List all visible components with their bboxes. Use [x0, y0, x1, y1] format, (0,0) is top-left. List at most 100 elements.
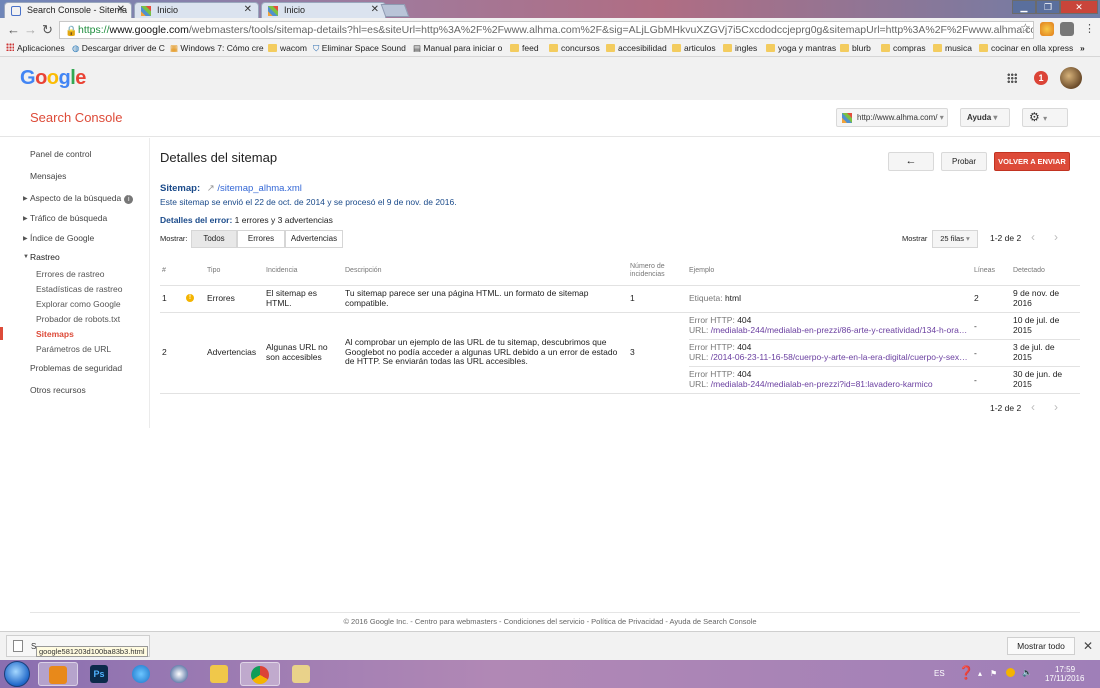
- sidebar-item-google-index[interactable]: Índice de Google: [30, 233, 94, 243]
- extension-icon[interactable]: [1040, 22, 1054, 36]
- apps-grid-icon[interactable]: [1007, 73, 1017, 83]
- sidebar-item-crawl-stats[interactable]: Estadísticas de rastreo: [36, 284, 122, 294]
- bookmark-item[interactable]: ⛉ Eliminar Space Sound: [313, 43, 406, 54]
- taskbar-app[interactable]: [282, 662, 322, 686]
- bookmark-folder[interactable]: ingles: [723, 43, 757, 53]
- tab-search-console[interactable]: Search Console - Sitema ✕: [4, 2, 132, 18]
- rows-per-page-select[interactable]: 25 filas ▾: [932, 230, 978, 248]
- sidebar-item-url-parameters[interactable]: Parámetros de URL: [36, 344, 111, 354]
- bookmark-folder[interactable]: concursos: [549, 43, 600, 53]
- bookmark-folder[interactable]: feed: [510, 43, 539, 53]
- back-arrow-icon[interactable]: ←: [7, 22, 20, 37]
- clock-time[interactable]: 17:59: [1055, 665, 1075, 674]
- filter-warnings-button[interactable]: Advertencias: [285, 230, 343, 248]
- bookmark-item[interactable]: ▦ Windows 7: Cómo cre: [170, 43, 264, 54]
- taskbar-internet-explorer[interactable]: [122, 662, 162, 686]
- row-issue: El sitemap es HTML.: [266, 288, 318, 308]
- bookmark-folder[interactable]: wacom: [268, 43, 307, 53]
- close-window-button[interactable]: ✕: [1060, 0, 1098, 14]
- taskbar-media-player[interactable]: [38, 662, 78, 686]
- update-icon[interactable]: [1006, 668, 1015, 677]
- test-button[interactable]: Probar: [941, 152, 987, 171]
- help-icon[interactable]: ❓: [958, 665, 974, 681]
- google-logo[interactable]: Google: [20, 67, 86, 90]
- back-button[interactable]: ←: [888, 152, 934, 171]
- bookmark-folder[interactable]: compras: [881, 43, 926, 53]
- bookmark-label: compras: [893, 43, 926, 53]
- menu-dots-icon[interactable]: ⋮: [1084, 22, 1095, 35]
- sitemap-file-link[interactable]: /sitemap_alhma.xml: [217, 183, 301, 194]
- expand-arrow-icon[interactable]: ▶: [23, 235, 28, 242]
- bookmark-folder[interactable]: articulos: [672, 43, 716, 53]
- example-url-link[interactable]: /2014-06-23-11-16-58/cuerpo-y-arte-en-la…: [711, 353, 969, 362]
- sidebar-item-crawl-errors[interactable]: Errores de rastreo: [36, 269, 105, 279]
- taskbar-photoshop[interactable]: Ps: [80, 662, 120, 686]
- sidebar-item-search-traffic[interactable]: Tráfico de búsqueda: [30, 213, 107, 223]
- filter-errors-button[interactable]: Errores: [237, 230, 285, 248]
- show-all-downloads-button[interactable]: Mostrar todo: [1007, 637, 1075, 655]
- previous-page-icon[interactable]: ‹: [1031, 400, 1035, 414]
- minimize-window-button[interactable]: ▁: [1012, 0, 1036, 14]
- example-url-link[interactable]: /medialab-244/medialab-en-prezzi?id=81:l…: [711, 380, 933, 389]
- sidebar-item-messages[interactable]: Mensajes: [30, 171, 66, 181]
- settings-button[interactable]: ⚙ ▾: [1022, 108, 1068, 127]
- sidebar-item-robots-tester[interactable]: Probador de robots.txt: [36, 314, 120, 324]
- expand-arrow-icon[interactable]: ▶: [23, 195, 28, 202]
- close-tab-icon[interactable]: ✕: [244, 4, 252, 15]
- bookmark-label: ingles: [735, 43, 758, 53]
- product-title[interactable]: Search Console: [30, 110, 123, 125]
- volume-icon[interactable]: 🔈: [1022, 668, 1032, 677]
- flag-icon[interactable]: ⚑: [990, 669, 997, 678]
- sidebar-item-other-resources[interactable]: Otros recursos: [30, 385, 86, 395]
- info-icon[interactable]: i: [124, 195, 134, 204]
- bookmark-item[interactable]: ◍ Descargar driver de C: [72, 43, 165, 54]
- next-page-icon[interactable]: ›: [1054, 400, 1058, 414]
- site-selector[interactable]: http://www.alhma.com/ ▾: [836, 108, 948, 127]
- language-indicator[interactable]: ES: [934, 669, 945, 678]
- extension-icon[interactable]: [1060, 22, 1074, 36]
- start-button[interactable]: [4, 661, 30, 687]
- sidebar-item-crawl[interactable]: Rastreo: [30, 252, 60, 262]
- bookmarks-overflow-button[interactable]: »: [1080, 43, 1085, 53]
- sidebar-item-dashboard[interactable]: Panel de control: [30, 149, 91, 159]
- tab-inicio-1[interactable]: Inicio ✕: [134, 2, 259, 18]
- bookmark-folder[interactable]: musica: [933, 43, 972, 53]
- avatar[interactable]: [1060, 67, 1082, 89]
- resubmit-button[interactable]: VOLVER A ENVIAR: [994, 152, 1070, 171]
- chevron-up-icon[interactable]: ▴: [978, 669, 982, 678]
- close-icon[interactable]: ✕: [1083, 639, 1093, 653]
- forward-arrow-icon[interactable]: →: [24, 22, 37, 37]
- filter-all-button[interactable]: Todos: [191, 230, 237, 248]
- external-link-icon[interactable]: ↗: [207, 183, 215, 194]
- tab-inicio-2[interactable]: Inicio ✕: [261, 2, 386, 18]
- page-footer[interactable]: © 2016 Google Inc. - Centro para webmast…: [0, 617, 1100, 626]
- reload-icon[interactable]: ↻: [42, 22, 53, 38]
- sidebar-item-sitemaps[interactable]: Sitemaps: [36, 329, 74, 339]
- restore-window-button[interactable]: ❐: [1036, 0, 1060, 14]
- sidebar-item-search-appearance[interactable]: Aspecto de la búsqueda i: [30, 193, 134, 204]
- taskbar-explorer[interactable]: [200, 662, 240, 686]
- close-tab-icon[interactable]: ✕: [117, 4, 125, 15]
- bookmark-folder[interactable]: yoga y mantras: [766, 43, 836, 53]
- bookmark-folder[interactable]: cocinar en olla xpress: [979, 43, 1073, 53]
- taskbar-chrome[interactable]: [240, 662, 280, 686]
- example-url-link[interactable]: /medialab-244/medialab-en-prezzi/86-arte…: [711, 326, 969, 335]
- clock-date[interactable]: 17/11/2016: [1045, 674, 1084, 683]
- sidebar-item-security-issues[interactable]: Problemas de seguridad: [30, 363, 122, 373]
- bookmark-apps[interactable]: Aplicaciones: [6, 43, 65, 53]
- taskbar-app[interactable]: [160, 662, 200, 686]
- bookmark-star-icon[interactable]: ☆: [1020, 21, 1031, 35]
- bookmark-item[interactable]: ▤ Manual para iniciar o: [413, 43, 502, 54]
- notifications-badge[interactable]: 1: [1034, 71, 1048, 85]
- expand-arrow-icon[interactable]: ▶: [23, 215, 28, 222]
- close-tab-icon[interactable]: ✕: [371, 4, 379, 15]
- bookmark-folder[interactable]: accesibilidad: [606, 43, 667, 53]
- help-button[interactable]: Ayuda ▾: [960, 108, 1010, 127]
- sidebar-item-fetch-as-google[interactable]: Explorar como Google: [36, 299, 121, 309]
- bookmark-folder[interactable]: blurb: [840, 43, 871, 53]
- previous-page-icon[interactable]: ‹: [1031, 230, 1035, 244]
- collapse-arrow-icon[interactable]: ▼: [23, 254, 29, 260]
- url-field[interactable]: 🔒 https://www.google.com/webmasters/tool…: [59, 21, 1034, 39]
- new-tab-button[interactable]: [380, 4, 410, 17]
- next-page-icon[interactable]: ›: [1054, 230, 1058, 244]
